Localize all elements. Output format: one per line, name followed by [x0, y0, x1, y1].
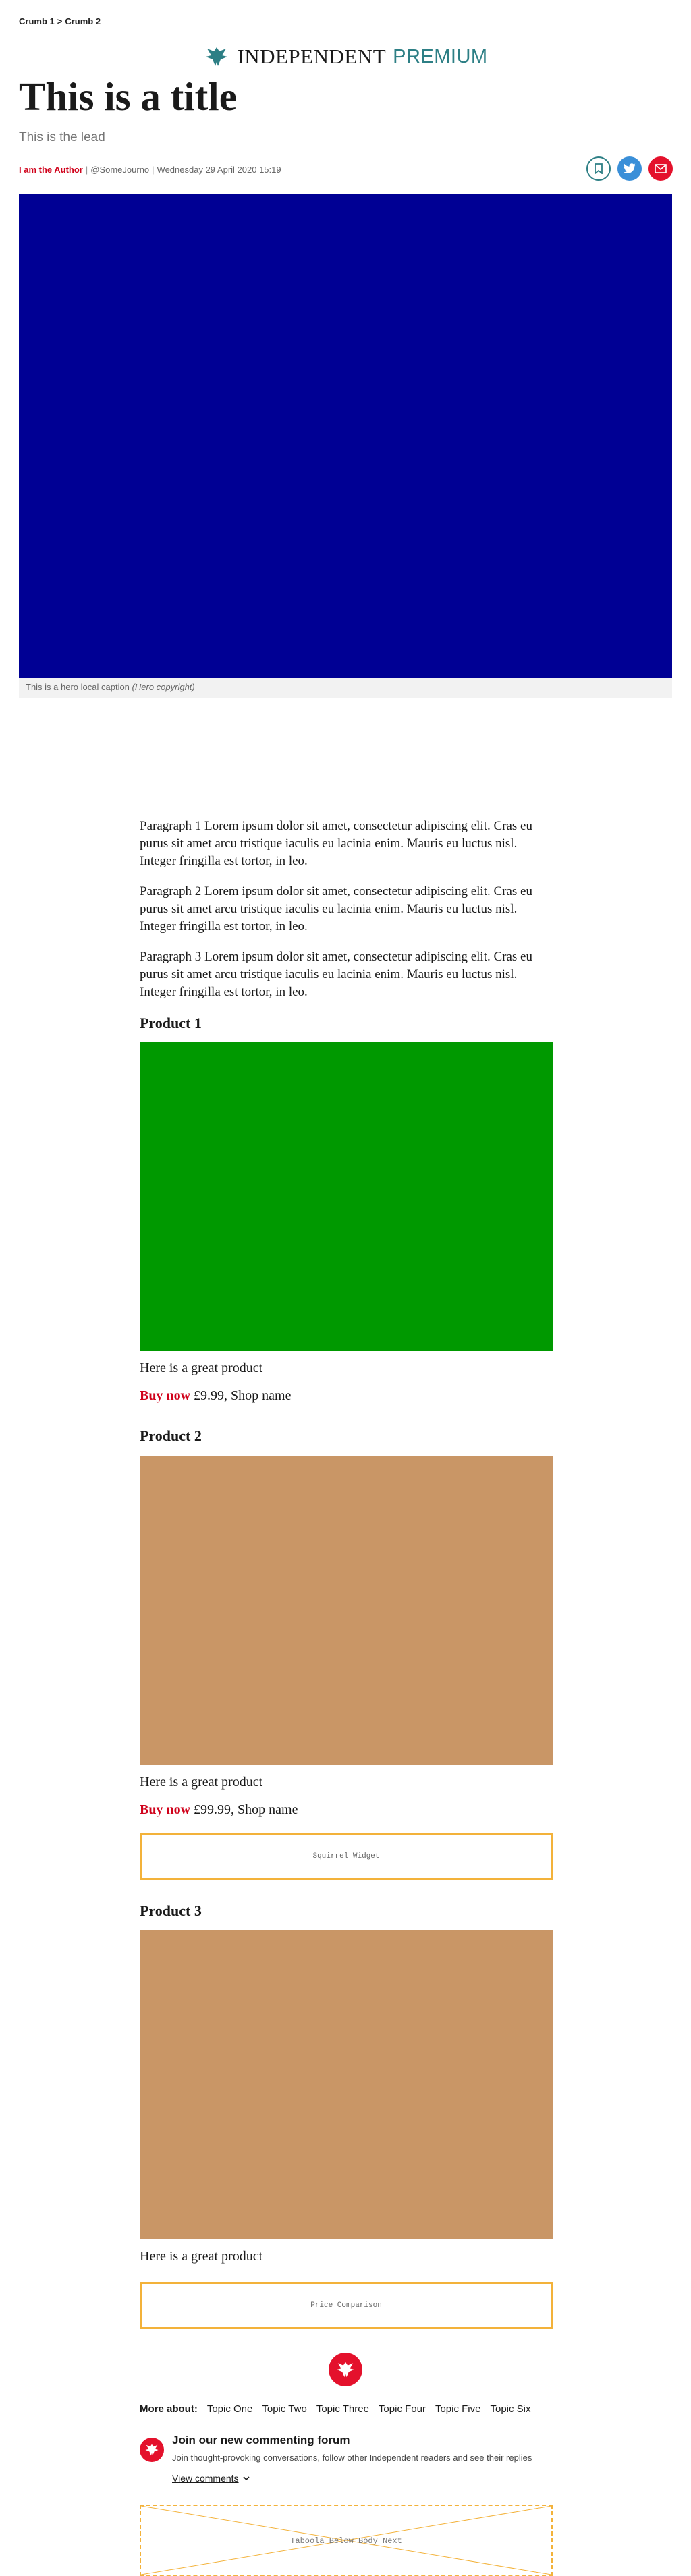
more-about: More about: Topic One Topic Two Topic Th…	[140, 2403, 553, 2415]
topic-link[interactable]: Topic One	[207, 2403, 253, 2415]
article-lead: This is the lead	[19, 130, 105, 144]
topic-link[interactable]: Topic Two	[262, 2403, 306, 2415]
article-title: This is a title	[19, 74, 237, 119]
topic-link[interactable]: Topic Five	[435, 2403, 481, 2415]
product-image[interactable]	[140, 1042, 553, 1351]
more-about-label: More about:	[140, 2403, 198, 2415]
comments-title: Join our new commenting forum	[172, 2434, 350, 2446]
body-paragraph: Paragraph 2 Lorem ipsum dolor sit amet, …	[140, 884, 532, 934]
hero-caption-text: This is a hero local caption	[26, 682, 130, 692]
price-comparison-label: Price Comparison	[310, 2301, 382, 2310]
price-comparison-widget[interactable]: Price Comparison	[140, 2282, 553, 2329]
breadcrumb-separator: >	[57, 16, 63, 26]
masthead-premium: PREMIUM	[393, 45, 488, 67]
view-comments-button[interactable]: View comments	[172, 2473, 250, 2484]
twitter-share-button[interactable]	[617, 156, 642, 181]
product-description: Here is a great product	[140, 2249, 263, 2264]
breadcrumb-crumb-1[interactable]: Crumb 1	[19, 16, 55, 26]
product-buy-line: Buy now £9.99, Shop name	[140, 1388, 553, 1404]
taboola-widget[interactable]: Taboola Below Body Next	[140, 2505, 553, 2576]
hero-copyright: (Hero copyright)	[132, 682, 195, 692]
product-heading: Product 1	[140, 1014, 202, 1031]
topic-link[interactable]: Topic Four	[379, 2403, 426, 2415]
twitter-icon	[624, 163, 636, 173]
publish-date: Wednesday 29 April 2020 15:19	[157, 165, 281, 175]
product-price-shop: £99.99, Shop name	[194, 1802, 298, 1817]
byline-separator: |	[152, 165, 155, 175]
topic-link[interactable]: Topic Six	[490, 2403, 530, 2415]
bookmark-button[interactable]	[586, 156, 611, 181]
product-description: Here is a great product	[140, 1361, 263, 1375]
masthead[interactable]: INDEPENDENT PREMIUM	[0, 42, 691, 71]
breadcrumb: Crumb 1 > Crumb 2	[19, 16, 103, 26]
product-description: Here is a great product	[140, 1775, 263, 1790]
chevron-down-icon	[242, 2476, 250, 2480]
product-heading: Product 3	[140, 1902, 202, 1919]
body-paragraph: Paragraph 1 Lorem ipsum dolor sit amet, …	[140, 819, 532, 868]
product-buy-line: Buy now £99.99, Shop name	[140, 1802, 553, 1818]
hero-caption: This is a hero local caption (Hero copyr…	[19, 678, 672, 698]
email-icon	[655, 164, 667, 173]
byline-separator: |	[85, 165, 88, 175]
hero-image	[19, 194, 672, 678]
product-image[interactable]	[140, 1456, 553, 1765]
squirrel-widget-label: Squirrel Widget	[312, 1852, 380, 1860]
byline: I am the Author | @SomeJourno | Wednesda…	[19, 165, 281, 175]
taboola-label: Taboola Below Body Next	[290, 2536, 402, 2546]
product-image[interactable]	[140, 1930, 553, 2239]
masthead-brand: INDEPENDENT	[237, 45, 387, 68]
view-comments-label: View comments	[172, 2473, 239, 2484]
bookmark-icon	[595, 163, 603, 174]
breadcrumb-crumb-2[interactable]: Crumb 2	[65, 16, 101, 26]
body-paragraph: Paragraph 3 Lorem ipsum dolor sit amet, …	[140, 950, 532, 999]
email-share-button[interactable]	[648, 156, 673, 181]
product-heading: Product 2	[140, 1427, 202, 1444]
comments-subtitle: Join thought-provoking conversations, fo…	[172, 2453, 532, 2463]
eagle-endmark-icon	[329, 2353, 362, 2386]
eagle-logo-icon	[206, 47, 228, 66]
squirrel-widget[interactable]: Squirrel Widget	[140, 1833, 553, 1880]
topic-link[interactable]: Topic Three	[316, 2403, 369, 2415]
author-link[interactable]: I am the Author	[19, 165, 83, 175]
author-handle[interactable]: @SomeJourno	[90, 165, 149, 175]
comments-eagle-icon	[140, 2438, 164, 2462]
buy-now-link[interactable]: Buy now	[140, 1388, 190, 1403]
buy-now-link[interactable]: Buy now	[140, 1802, 190, 1817]
product-price-shop: £9.99, Shop name	[194, 1388, 292, 1403]
